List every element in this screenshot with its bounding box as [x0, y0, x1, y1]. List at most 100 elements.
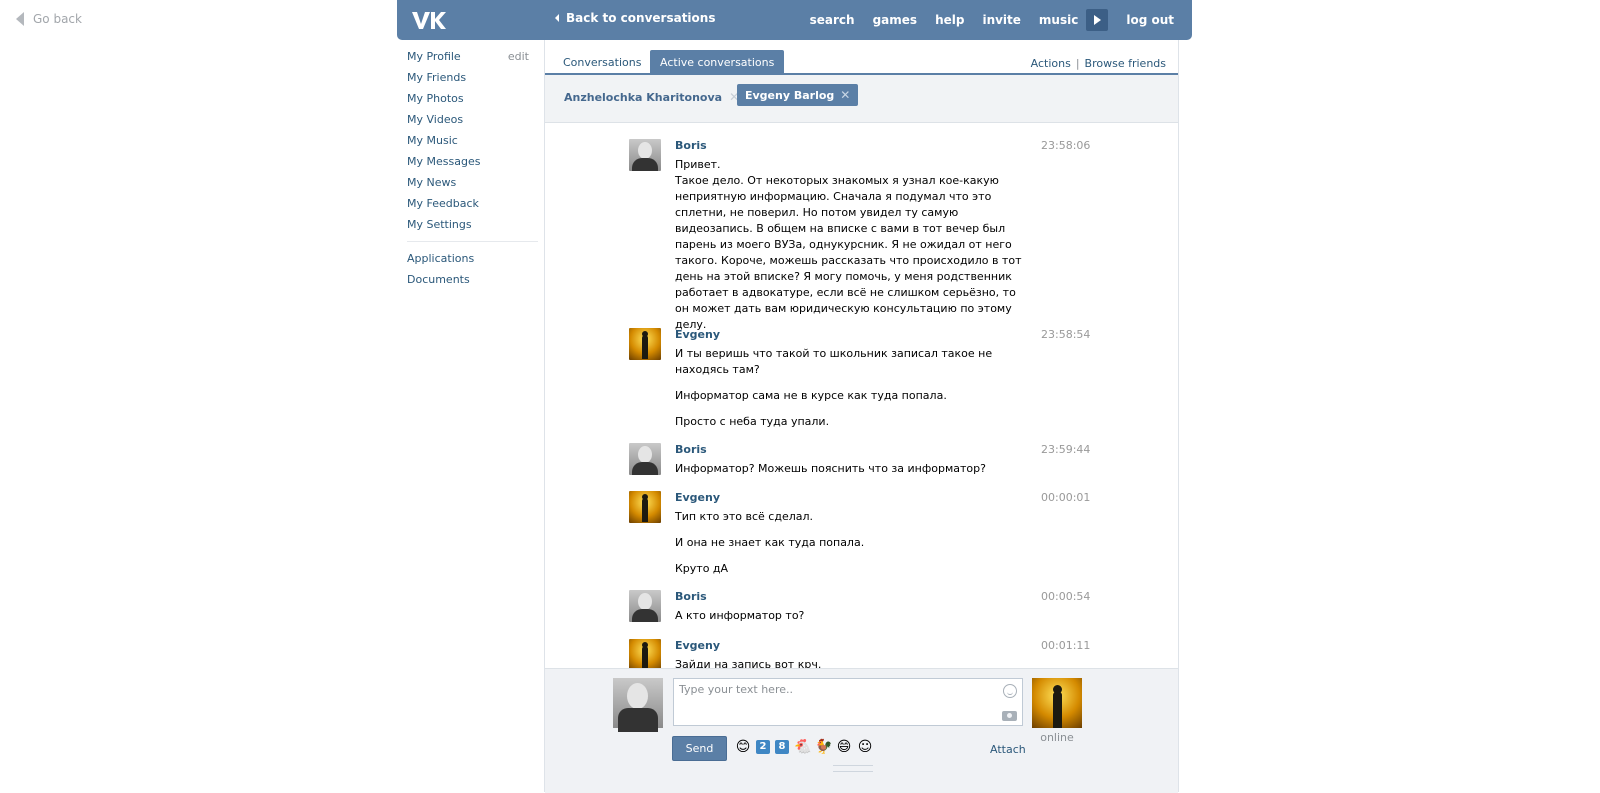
sidebar-item-my-feedback[interactable]: My Feedback [398, 193, 538, 214]
smile-emoji-icon[interactable]: 😊 [735, 739, 751, 755]
chicken-emoji-icon[interactable]: 🐔 [794, 739, 811, 755]
message-body: Привет. Такое дело. От некоторых знакомы… [675, 157, 1027, 333]
nav-help[interactable]: help [935, 13, 964, 27]
go-back-label: Go back [33, 12, 82, 26]
resize-handle[interactable] [833, 765, 873, 772]
back-to-conversations-label: Back to conversations [566, 11, 716, 25]
nav-music[interactable]: music [1039, 13, 1078, 27]
message-text: Круто дА [675, 562, 729, 575]
sidebar-item-my-friends[interactable]: My Friends [398, 67, 538, 88]
sidebar-item-documents[interactable]: Documents [398, 269, 538, 290]
message-text: А кто информатор то? [675, 609, 805, 622]
tab-conversations[interactable]: Conversations [553, 50, 651, 75]
sidebar-item-applications[interactable]: Applications [398, 248, 538, 269]
attach-link[interactable]: Attach [990, 743, 1026, 756]
message-time[interactable]: 00:01:11 [1041, 639, 1090, 652]
message-author[interactable]: Evgeny [675, 328, 720, 341]
message-time[interactable]: 00:00:01 [1041, 491, 1090, 504]
online-status: online [1040, 731, 1074, 744]
sidebar-item-label[interactable]: My Profile [407, 50, 461, 63]
message-time[interactable]: 00:00:54 [1041, 590, 1090, 603]
actions-link[interactable]: Actions [1031, 57, 1071, 70]
number-eight-emoji-icon[interactable]: 8 [775, 740, 789, 754]
avatar[interactable] [629, 639, 661, 671]
sidebar-item-label: My Settings [407, 218, 472, 231]
message-body: Тип кто это всё сделал. И она не знает к… [675, 509, 1027, 577]
peer-name: Evgeny Barlog [745, 88, 835, 102]
left-sidebar: My Profile edit My Friends My Photos My … [398, 46, 538, 290]
message-author[interactable]: Boris [675, 139, 707, 152]
peer-avatar[interactable] [1032, 678, 1082, 728]
top-nav: search games help invite music log out [792, 0, 1174, 40]
message-text: Информатор? Можешь пояснить что за инфор… [675, 462, 986, 475]
sidebar-item-label: My Feedback [407, 197, 479, 210]
relaxed-emoji-icon[interactable]: ☺ [857, 739, 873, 755]
message-time[interactable]: 23:58:54 [1041, 328, 1090, 341]
nav-search[interactable]: search [810, 13, 855, 27]
top-header: Back to conversations search games help … [397, 0, 1192, 40]
message-author[interactable]: Evgeny [675, 639, 720, 652]
message-history[interactable]: Boris 23:58:06 Привет. Такое дело. От не… [545, 123, 1178, 727]
camera-icon[interactable] [1002, 711, 1017, 721]
nav-games[interactable]: games [873, 13, 917, 27]
message-input-box [673, 678, 1023, 727]
browse-friends-link[interactable]: Browse friends [1085, 57, 1166, 70]
link-separator: | [1075, 57, 1080, 70]
avatar[interactable] [629, 328, 661, 360]
number-two-emoji-icon[interactable]: 2 [756, 740, 770, 754]
sidebar-item-my-news[interactable]: My News [398, 172, 538, 193]
message-body: А кто информатор то? [675, 608, 1027, 624]
my-avatar[interactable] [613, 678, 663, 732]
peer-tab-evgeny[interactable]: Evgeny Barlog ✕ [737, 84, 859, 106]
tab-active-conversations[interactable]: Active conversations [650, 50, 785, 75]
sidebar-item-my-profile: My Profile edit [398, 46, 538, 67]
send-button[interactable]: Send [672, 736, 727, 761]
vk-logo-icon[interactable] [411, 9, 447, 31]
message-composer: online Send 😊 2 8 🐔 🐓 😄 ☺ Attach [545, 668, 1178, 793]
sidebar-item-label: Documents [407, 273, 470, 286]
sidebar-item-label: My Music [407, 134, 458, 147]
message-author[interactable]: Boris [675, 443, 707, 456]
nav-invite[interactable]: invite [982, 13, 1020, 27]
message-time[interactable]: 23:58:06 [1041, 139, 1090, 152]
message-input[interactable] [674, 679, 984, 727]
arrow-left-icon [555, 14, 559, 22]
message-text: И она не знает как туда попала. [675, 536, 865, 549]
message-body: И ты веришь что такой то школьник записа… [675, 346, 1027, 430]
sidebar-divider [407, 241, 538, 242]
edit-profile-link[interactable]: edit [508, 50, 529, 63]
active-peers-bar: Anzhelochka Kharitonova ✕ Evgeny Barlog … [545, 75, 1178, 123]
sidebar-item-label: My Messages [407, 155, 481, 168]
avatar[interactable] [629, 491, 661, 523]
tab-actions: Actions | Browse friends [1031, 57, 1166, 70]
message-text: Информатор сама не в курсе как туда попа… [675, 389, 947, 402]
close-icon[interactable]: ✕ [840, 88, 850, 102]
sidebar-item-my-music[interactable]: My Music [398, 130, 538, 151]
emoji-bar: 😊 2 8 🐔 🐓 😄 ☺ [735, 739, 873, 755]
sidebar-item-my-photos[interactable]: My Photos [398, 88, 538, 109]
sidebar-item-my-settings[interactable]: My Settings [398, 214, 538, 235]
play-icon[interactable] [1086, 9, 1109, 31]
sidebar-item-label: Applications [407, 252, 475, 265]
rooster-emoji-icon[interactable]: 🐓 [815, 739, 832, 755]
sidebar-item-my-messages[interactable]: My Messages [398, 151, 538, 172]
peer-tab-anzhelochka[interactable]: Anzhelochka Kharitonova ✕ [564, 90, 739, 104]
message-author[interactable]: Boris [675, 590, 707, 603]
message-author[interactable]: Evgeny [675, 491, 720, 504]
message-time[interactable]: 23:59:44 [1041, 443, 1090, 456]
back-to-conversations-link[interactable]: Back to conversations [555, 11, 715, 25]
arrow-left-icon [16, 12, 24, 26]
message-text: Просто с неба туда упали. [675, 415, 830, 428]
message-body: Информатор? Можешь пояснить что за инфор… [675, 461, 1027, 477]
smile-icon[interactable] [1003, 684, 1017, 698]
sidebar-item-label: My Photos [407, 92, 464, 105]
messages-panel: Conversations Active conversations Actio… [544, 40, 1179, 793]
avatar[interactable] [629, 139, 661, 171]
go-back-link[interactable]: Go back [16, 12, 82, 26]
avatar[interactable] [629, 590, 661, 622]
message-text: И ты веришь что такой то школьник записа… [675, 347, 993, 376]
sidebar-item-my-videos[interactable]: My Videos [398, 109, 538, 130]
avatar[interactable] [629, 443, 661, 475]
nav-logout[interactable]: log out [1126, 13, 1174, 27]
grin-emoji-icon[interactable]: 😄 [836, 739, 852, 755]
